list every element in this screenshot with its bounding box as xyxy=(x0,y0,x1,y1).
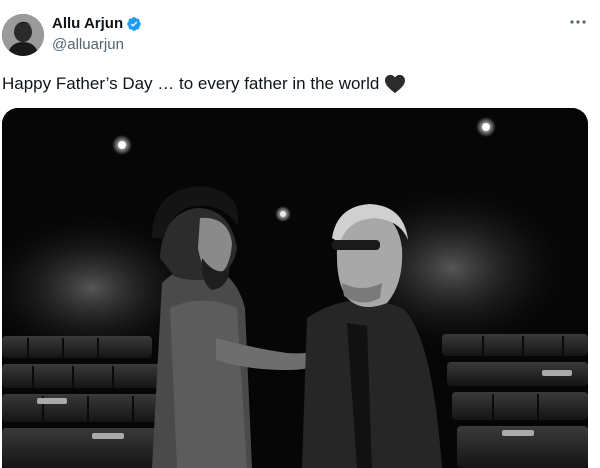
avatar[interactable] xyxy=(2,14,44,56)
more-options-icon[interactable] xyxy=(568,12,588,32)
author-handle[interactable]: @alluarjun xyxy=(52,36,124,53)
post-text-row: Happy Father’s Day … to every father in … xyxy=(2,74,406,94)
verified-badge-icon xyxy=(127,16,141,31)
author-name-row: Allu Arjun xyxy=(52,15,142,32)
photo-scene xyxy=(2,108,588,468)
black-heart-icon xyxy=(385,74,406,94)
author-display-name[interactable]: Allu Arjun xyxy=(52,15,123,32)
avatar-photo-icon xyxy=(2,14,44,56)
post-header: Allu Arjun @alluarjun xyxy=(0,0,600,64)
post-text: Happy Father’s Day … to every father in … xyxy=(2,74,380,93)
post-photo[interactable] xyxy=(2,108,588,468)
